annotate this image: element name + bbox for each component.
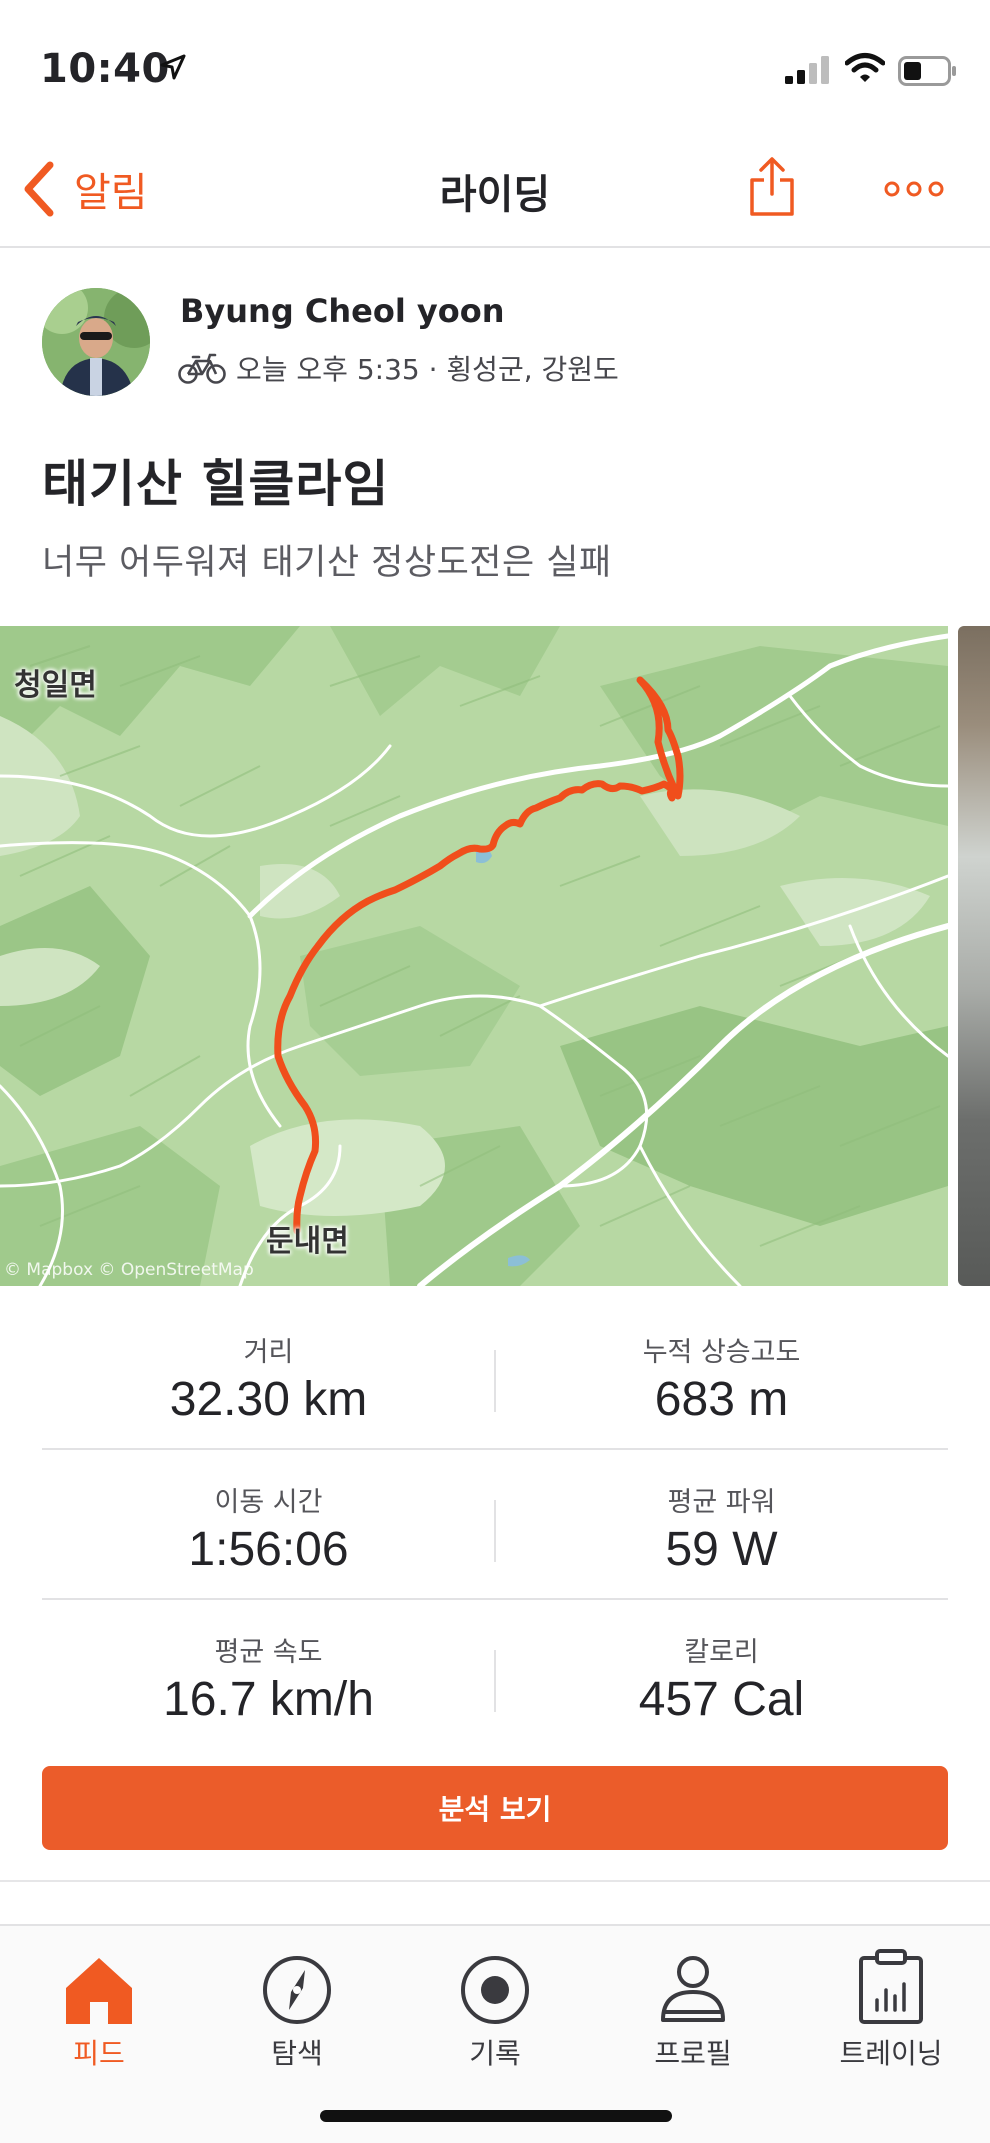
view-analysis-button[interactable]: 분석 보기: [42, 1766, 948, 1850]
tab-explore[interactable]: 탐색: [198, 1936, 396, 2072]
stat-row: 평균 속도 16.7 km/h 칼로리 457 Cal: [42, 1600, 948, 1750]
tab-label: 탐색: [271, 2037, 323, 2070]
cellular-signal-icon: [785, 56, 829, 84]
home-indicator: [320, 2110, 672, 2122]
training-icon: [859, 1949, 923, 2024]
stat-value: 59 W: [665, 1523, 778, 1576]
athlete-name[interactable]: Byung Cheol yoon: [180, 292, 505, 330]
activity-time-location: 오늘 오후 5:35 · 횡성군, 강원도: [236, 353, 619, 386]
stat-elevation-gain: 누적 상승고도 683 m: [495, 1300, 948, 1450]
tab-feed[interactable]: 피드: [0, 1936, 198, 2072]
map-attribution: © Mapbox © OpenStreetMap: [4, 1260, 254, 1280]
activity-description: 너무 어두워져 태기산 정상도전은 실패: [42, 543, 612, 583]
tab-label: 기록: [469, 2037, 521, 2070]
tab-profile[interactable]: 프로필: [594, 1936, 792, 2072]
activity-title[interactable]: 태기산 힐클라임: [42, 444, 389, 516]
stat-value: 32.30 km: [169, 1373, 368, 1426]
tab-label: 피드: [73, 2037, 125, 2070]
map-label-cheongil: 청일면: [14, 668, 97, 703]
stat-label: 평균 파워: [667, 1487, 776, 1518]
tab-training[interactable]: 트레이닝: [792, 1936, 990, 2072]
record-icon: [461, 1956, 529, 2024]
stat-label: 평균 속도: [214, 1637, 323, 1668]
stat-value: 1:56:06: [188, 1523, 349, 1576]
stat-value: 683 m: [654, 1373, 789, 1426]
location-arrow-icon: [160, 54, 186, 80]
tab-record[interactable]: 기록: [396, 1936, 594, 2072]
avatar[interactable]: [42, 288, 150, 396]
navigation-bar: 알림 라이딩: [0, 130, 990, 248]
home-icon: [66, 1958, 132, 2024]
route-map[interactable]: 청일면 둔내면 © Mapbox © OpenStreetMap: [0, 626, 948, 1286]
activity-stats: 거리 32.30 km 누적 상승고도 683 m 이동 시간 1:56:06 …: [42, 1300, 948, 1750]
share-icon[interactable]: [748, 156, 796, 218]
map-terrain: [0, 626, 948, 1286]
stat-value: 16.7 km/h: [163, 1673, 374, 1726]
stat-row: 거리 32.30 km 누적 상승고도 683 m: [42, 1300, 948, 1450]
status-time: 10:40: [40, 46, 170, 92]
wifi-icon: [845, 53, 885, 82]
stat-label: 누적 상승고도: [642, 1337, 801, 1368]
tab-label: 트레이닝: [839, 2037, 943, 2070]
stat-moving-time: 이동 시간 1:56:06: [42, 1450, 495, 1600]
activity-meta: 오늘 오후 5:35 · 횡성군, 강원도: [178, 348, 619, 388]
status-bar: 10:40: [0, 0, 990, 130]
stat-label: 이동 시간: [214, 1487, 323, 1518]
avatar-image: [42, 288, 150, 396]
section-divider: [0, 1880, 990, 1882]
stat-value: 457 Cal: [638, 1673, 805, 1726]
bicycle-icon: [178, 353, 226, 384]
stat-distance: 거리 32.30 km: [42, 1300, 495, 1450]
stat-row: 이동 시간 1:56:06 평균 파워 59 W: [42, 1450, 948, 1600]
profile-icon: [661, 1956, 725, 2022]
stat-calories: 칼로리 457 Cal: [495, 1600, 948, 1750]
battery-icon: [898, 56, 956, 86]
stat-avg-power: 평균 파워 59 W: [495, 1450, 948, 1600]
stat-avg-speed: 평균 속도 16.7 km/h: [42, 1600, 495, 1750]
page-title: 라이딩: [439, 172, 551, 218]
map-label-dunnae: 둔내면: [266, 1224, 349, 1259]
activity-photo-thumbnail[interactable]: [958, 626, 990, 1286]
compass-icon: [263, 1956, 331, 2024]
stat-label: 칼로리: [684, 1637, 759, 1668]
tab-label: 프로필: [654, 2037, 732, 2070]
stat-label: 거리: [243, 1337, 294, 1368]
more-options-icon[interactable]: [884, 180, 944, 198]
